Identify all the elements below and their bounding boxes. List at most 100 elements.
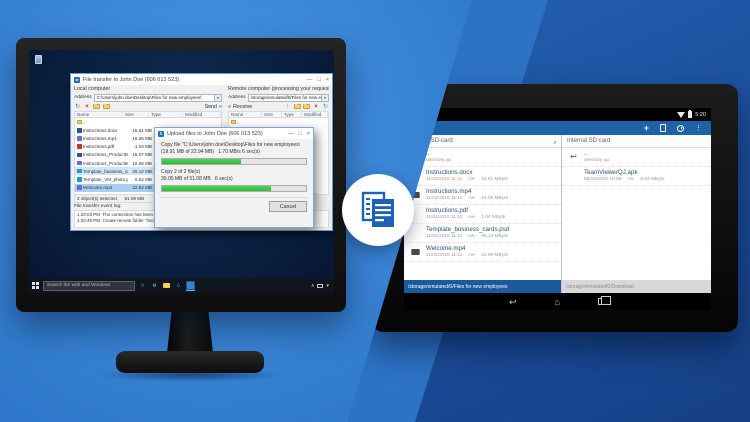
chevron-down-icon[interactable]: ▾: [321, 95, 328, 101]
folder-icon[interactable]: [303, 104, 310, 109]
file-explorer-icon[interactable]: [162, 281, 171, 291]
cancel-button[interactable]: Cancel: [269, 201, 307, 212]
dialog-title: Upload files to John Doe (606 013 523): [167, 131, 285, 137]
start-button[interactable]: [32, 282, 40, 290]
file-progress-fill: [162, 159, 241, 164]
monitor-device: ⇄ File transfer to John Doe (606 013 523…: [16, 38, 346, 312]
copy-count-line: Copy 2 of 2 file(s): [161, 169, 307, 176]
android-status-bar: 5:20: [404, 108, 711, 121]
left-file-list: ↩ .. directory up Instructions.docx 11/0…: [404, 148, 561, 280]
chevron-up-icon[interactable]: ∧: [311, 283, 315, 289]
up-arrow-icon: ↩: [570, 153, 577, 161]
file-row[interactable]: ..: [229, 118, 328, 126]
directory-up-row[interactable]: ↩ .. directory up: [562, 148, 711, 167]
send-button[interactable]: Send »: [205, 104, 222, 110]
chevron-down-icon[interactable]: ▾: [214, 95, 221, 101]
back-icon[interactable]: ↩: [509, 295, 517, 309]
copy-documents-icon: [357, 189, 399, 231]
file-progress-bar: [161, 158, 307, 165]
new-folder-icon[interactable]: [294, 104, 301, 109]
video-file-icon: [77, 185, 82, 190]
minimize-button[interactable]: —: [307, 75, 313, 85]
right-panel: Internal SD card ↩ .. directory up: [562, 135, 711, 293]
dialog-separator: [161, 197, 307, 198]
left-path-bar[interactable]: /storage/emulated/0/Files for new employ…: [404, 280, 561, 293]
close-button[interactable]: ×: [307, 129, 310, 139]
teamviewer-app-icon: ⇅: [158, 131, 164, 137]
teamviewer-app-icon: ⇄: [74, 77, 80, 83]
system-tray: ∧ ▾: [311, 283, 331, 289]
store-icon[interactable]: ⌂: [174, 281, 183, 291]
up-icon[interactable]: ↑: [284, 103, 291, 110]
file-row[interactable]: ..: [75, 118, 221, 126]
folder-icon: [231, 120, 236, 125]
total-progress-fill: [162, 186, 271, 191]
file-row[interactable]: Instructions.pdf 11/02/2015 11:11 -rw- 1…: [404, 205, 561, 224]
local-column-headers[interactable]: Name Size Type Modified: [74, 111, 222, 118]
word-file-icon: [77, 153, 82, 158]
window-title-bar: ⇄ File transfer to John Doe (606 013 523…: [71, 74, 332, 85]
remote-address-input[interactable]: /storage/emulated/0/Files for new employ…: [248, 94, 329, 102]
battery-icon: [688, 111, 692, 118]
tablet-screen: 5:20 + ⋮ Internal SD-card ◢ ↩: [404, 108, 711, 310]
delete-icon[interactable]: ×: [84, 103, 91, 110]
teamviewer-taskbar-icon[interactable]: [186, 281, 195, 291]
total-progress-line: 39.05 MB of 51.08 MB 6 sec(s): [161, 176, 307, 183]
android-nav-bar: ↩ ⌂: [404, 293, 711, 310]
windows-desktop: ⇄ File transfer to John Doe (606 013 523…: [29, 50, 334, 293]
home-icon[interactable]: ⌂: [555, 295, 560, 309]
file-row[interactable]: TeamViewerQJ.apk 08/10/2015 10:00 -rw- 9…: [562, 167, 711, 186]
right-panel-header: Internal SD card: [562, 135, 711, 148]
task-view-icon[interactable]: ○: [138, 281, 147, 291]
recycle-bin-icon[interactable]: [35, 55, 42, 64]
maximize-button[interactable]: □: [317, 75, 320, 85]
copy-file-line: Copy file "C:\Users\john.doe\Desktop\Fil…: [161, 142, 307, 149]
folder-icon[interactable]: [103, 104, 110, 109]
window-title: File transfer to John Doe (606 013 523): [83, 77, 304, 83]
address-label: Address: [228, 95, 246, 100]
file-row[interactable]: Template_business_cards.psd 11/02/2015 1…: [404, 224, 561, 243]
receive-button[interactable]: « Receive: [228, 104, 252, 110]
total-progress-bar: [161, 185, 307, 192]
local-address-input[interactable]: C:\Users\john.doe\Desktop\Files for new …: [94, 94, 222, 102]
overflow-menu-icon[interactable]: ⋮: [695, 124, 702, 132]
file-copy-badge: [342, 174, 414, 246]
delete-icon[interactable]: ×: [313, 103, 320, 110]
network-icon[interactable]: ▾: [326, 283, 329, 289]
right-file-list: ↩ .. directory up TeamViewerQJ.apk 08/10…: [562, 148, 711, 280]
word-file-icon: [77, 128, 82, 133]
file-row[interactable]: Instructions.mp4 11/02/2015 11:11 -rw- 1…: [404, 186, 561, 205]
file-row[interactable]: Welcome.mp4 11/02/2015 11:11 -rw- 22.95 …: [404, 243, 561, 262]
remote-column-headers[interactable]: Name Size Type Modified: [228, 111, 329, 118]
folder-icon: [77, 120, 82, 125]
receive-chevrons-icon: «: [228, 104, 231, 110]
new-folder-icon[interactable]: [93, 104, 100, 109]
minimize-button[interactable]: —: [288, 129, 294, 139]
file-panels: Internal SD-card ◢ ↩ .. directory up: [404, 135, 711, 293]
history-icon[interactable]: [677, 125, 684, 132]
refresh-icon[interactable]: ↻: [74, 103, 81, 110]
edge-browser-icon[interactable]: e: [150, 281, 159, 291]
right-path-bar[interactable]: /storage/emulated/0/Download: [562, 280, 711, 293]
file-progress-line: (19.91 MB of 22.94 MB) 1.70 MB/s 6 sec(s…: [161, 149, 307, 156]
dialog-title-bar: ⇅ Upload files to John Doe (606 013 523)…: [155, 128, 313, 139]
recents-icon[interactable]: [598, 298, 606, 305]
add-folder-icon[interactable]: +: [644, 122, 649, 134]
windows-taskbar: Search the web and Windows ○ e ⌂ ∧ ▾: [29, 278, 334, 293]
psd-file-icon: [77, 169, 82, 174]
stage: 5:20 + ⋮ Internal SD-card ◢ ↩: [0, 0, 750, 422]
send-chevrons-icon: »: [219, 104, 222, 110]
file-row[interactable]: Instructions.docx 11/02/2015 11:11 -rw- …: [404, 167, 561, 186]
movie-file-icon: [411, 249, 420, 255]
video-file-icon: [77, 136, 82, 141]
battery-icon[interactable]: [317, 284, 323, 288]
close-button[interactable]: ×: [326, 75, 329, 85]
paste-icon[interactable]: [660, 124, 666, 132]
refresh-icon[interactable]: ↻: [322, 103, 329, 110]
maximize-button[interactable]: □: [298, 129, 301, 139]
left-panel: Internal SD-card ◢ ↩ .. directory up: [404, 135, 562, 293]
search-input[interactable]: Search the web and Windows: [43, 281, 135, 291]
monitor-stand-base: [116, 351, 264, 373]
file-manager-toolbar: + ⋮: [404, 121, 711, 135]
clock-time: 5:20: [695, 112, 706, 118]
